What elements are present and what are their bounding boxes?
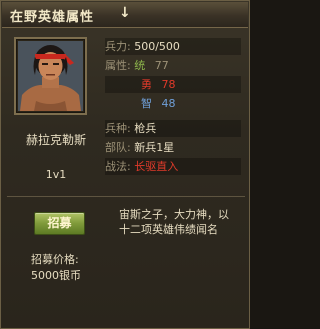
recruit-price-value: 5000银币 xyxy=(31,269,81,282)
hero-level: 1v1 xyxy=(45,168,67,181)
stat-row-arm: 兵种: 枪兵 xyxy=(105,120,241,137)
recruit-price-label: 招募价格: xyxy=(31,253,79,266)
stat-row-tactic: 战法: 长驱直入 xyxy=(105,158,241,175)
yong-label: 勇 xyxy=(141,78,152,91)
arm-value: 枪兵 xyxy=(134,122,157,135)
tactic-label: 战法: xyxy=(105,160,131,173)
dropdown-arrow-icon[interactable]: ↓ xyxy=(119,5,131,21)
tactic-value: 长驱直入 xyxy=(134,160,179,173)
stat-row-team: 部队: 新兵1星 xyxy=(105,139,241,156)
portrait-frame xyxy=(14,37,87,115)
yong-value: 78 xyxy=(161,78,176,91)
stat-row-zhi: 智 48 xyxy=(105,95,241,112)
arm-label: 兵种: xyxy=(105,122,131,135)
zhi-value: 48 xyxy=(161,97,176,110)
tong-value: 77 xyxy=(154,59,169,72)
hero-portrait xyxy=(18,41,83,111)
hero-info-panel: 在野英雄属性 ↓ 赫拉克勒斯 1v1 兵力: 500/500 属性: 统 77 … xyxy=(0,0,250,329)
team-value: 新兵1星 xyxy=(134,141,175,154)
panel-title: 在野英雄属性 xyxy=(10,10,95,25)
section-divider xyxy=(7,196,245,197)
hero-description: 宙斯之子，大力神，以十二项英雄伟绩闻名 xyxy=(119,208,229,236)
recruit-button[interactable]: 招募 xyxy=(34,212,85,235)
zhi-label: 智 xyxy=(141,97,152,110)
title-bar: 在野英雄属性 ↓ xyxy=(2,2,248,28)
hero-portrait-image xyxy=(18,41,83,111)
attr-label: 属性: xyxy=(105,59,131,72)
troops-label: 兵力: xyxy=(105,40,131,53)
stat-row-yong: 勇 78 xyxy=(105,76,241,93)
troops-value: 500/500 xyxy=(134,40,180,53)
team-label: 部队: xyxy=(105,141,131,154)
stat-row-attr: 属性: 统 77 xyxy=(105,57,241,74)
tong-label: 统 xyxy=(134,59,146,72)
hero-name: 赫拉克勒斯 xyxy=(25,133,86,147)
stat-row-troops: 兵力: 500/500 xyxy=(105,38,241,55)
